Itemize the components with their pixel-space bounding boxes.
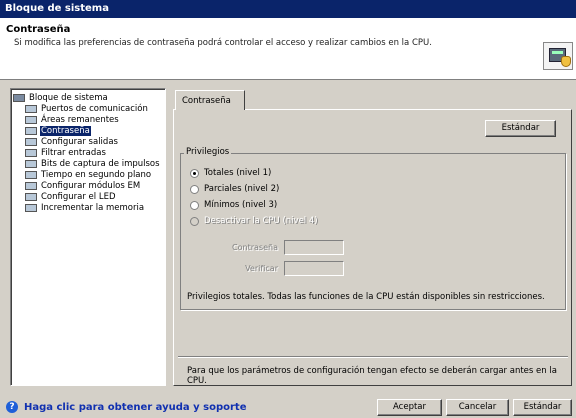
radio-level-1[interactable]: Totales (nivel 1)	[190, 167, 271, 179]
tree-item-label: Configurar el LED	[41, 191, 116, 202]
module-icon	[25, 104, 37, 113]
tree-item-tiempo[interactable]: Tiempo en segundo plano	[13, 169, 163, 180]
tree-item-label: Filtrar entradas	[41, 147, 106, 158]
separator	[178, 356, 568, 358]
tree-item-label: Bits de captura de impulsos	[41, 158, 160, 169]
window-title: Bloque de sistema	[0, 0, 576, 18]
password-field	[284, 240, 344, 255]
radio-icon	[190, 200, 199, 210]
module-icon	[25, 181, 37, 190]
tree-item-areas[interactable]: Áreas remanentes	[13, 114, 163, 125]
tree-item-label: Tiempo en segundo plano	[41, 169, 152, 180]
module-icon	[25, 159, 37, 168]
verify-field	[284, 261, 344, 276]
radio-checked-icon	[190, 168, 199, 178]
tree-item-label: Puertos de comunicación	[41, 103, 148, 114]
tree-item-memoria[interactable]: Incrementar la memoria	[13, 202, 163, 213]
tree-root[interactable]: Bloque de sistema	[13, 92, 163, 103]
system-block-tree[interactable]: Bloque de sistema Puertos de comunicació…	[10, 88, 166, 386]
tree-item-modulos[interactable]: Configurar módulos EM	[13, 180, 163, 191]
header-panel: Contraseña Si modifica las preferencias …	[0, 18, 576, 80]
help-link[interactable]: ? Haga clic para obtener ayuda y soporte	[6, 401, 246, 413]
password-label: Contraseña	[232, 243, 278, 252]
page-title: Contraseña	[6, 24, 71, 35]
radio-label: Totales (nivel 1)	[204, 168, 272, 178]
tree-item-contrasena[interactable]: Contraseña	[13, 125, 163, 136]
tree-item-bits[interactable]: Bits de captura de impulsos	[13, 158, 163, 169]
system-block-icon	[13, 93, 25, 102]
tree-item-label: Incrementar la memoria	[41, 202, 145, 213]
default-button[interactable]: Estándar	[485, 120, 556, 137]
radio-label: Mínimos (nivel 3)	[204, 200, 278, 210]
ok-button[interactable]: Aceptar	[377, 399, 442, 416]
verify-label: Verificar	[245, 264, 278, 273]
radio-label: Desactivar la CPU (nivel 4)	[204, 216, 318, 226]
cancel-button[interactable]: Cancelar	[446, 399, 509, 416]
module-icon	[25, 137, 37, 146]
default-bottom-button[interactable]: Estándar	[513, 399, 572, 416]
radio-level-2[interactable]: Parciales (nivel 2)	[190, 183, 279, 195]
tree-item-salidas[interactable]: Configurar salidas	[13, 136, 163, 147]
radio-icon	[190, 184, 199, 194]
module-icon	[25, 126, 37, 135]
module-icon	[25, 148, 37, 157]
radio-disabled-icon	[190, 216, 199, 226]
help-text: Haga clic para obtener ayuda y soporte	[24, 401, 247, 413]
radio-level-4: Desactivar la CPU (nivel 4)	[190, 215, 318, 227]
tree-root-label: Bloque de sistema	[29, 92, 108, 103]
module-icon	[25, 192, 37, 201]
radio-level-3[interactable]: Mínimos (nivel 3)	[190, 199, 277, 211]
download-note: Para que los parámetros de configuración…	[187, 366, 557, 386]
tab-contrasena[interactable]: Contraseña	[175, 90, 245, 110]
tree-item-label: Contraseña	[40, 125, 91, 136]
cpu-hand-icon	[543, 42, 573, 70]
tree-item-label: Áreas remanentes	[41, 114, 119, 125]
tree-item-label: Configurar salidas	[41, 136, 118, 147]
tree-item-led[interactable]: Configurar el LED	[13, 191, 163, 202]
privileges-legend: Privilegios	[184, 147, 232, 157]
tree-item-label: Configurar módulos EM	[41, 180, 141, 191]
privileges-description: Privilegios totales. Todas las funciones…	[187, 292, 545, 302]
tree-item-filtrar[interactable]: Filtrar entradas	[13, 147, 163, 158]
module-icon	[25, 203, 37, 212]
module-icon	[25, 115, 37, 124]
page-description: Si modifica las preferencias de contrase…	[14, 38, 432, 48]
module-icon	[25, 170, 37, 179]
tree-item-puertos[interactable]: Puertos de comunicación	[13, 103, 163, 114]
radio-label: Parciales (nivel 2)	[204, 184, 280, 194]
help-icon: ?	[6, 401, 18, 413]
